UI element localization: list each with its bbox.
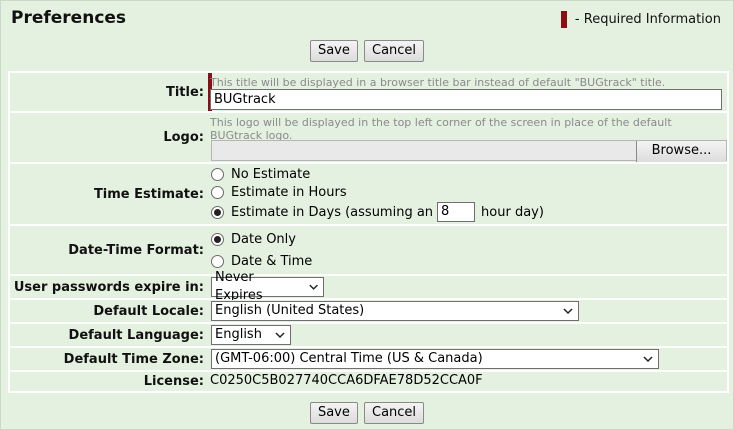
logo-hint: This logo will be displayed in the top l…: [210, 116, 672, 142]
radio-button-icon[interactable]: [211, 168, 224, 181]
radio-label: Estimate in Days (assuming an: [231, 204, 434, 220]
password-expiry-select[interactable]: Never Expires: [211, 270, 324, 303]
title-hint: This title will be displayed in a browse…: [210, 76, 666, 89]
radio-button-icon[interactable]: [211, 186, 224, 199]
radio-date-only[interactable]: Date Only: [211, 232, 296, 247]
select-value: English (United States): [215, 303, 365, 318]
license-value: C0250C5B027740CCA6DFAE78D52CCA0F: [210, 373, 483, 388]
default-locale-value-cell: English (United States): [208, 300, 727, 322]
default-locale-label: Default Locale:: [10, 300, 208, 322]
row-title: Title: This title will be displayed in a…: [8, 73, 729, 111]
hour-day-suffix: hour day): [481, 204, 544, 220]
radio-label: Date & Time: [231, 254, 313, 269]
required-legend: - Required Information: [560, 11, 721, 28]
required-legend-text: - Required Information: [574, 12, 721, 27]
select-value: (GMT-06:00) Central Time (US & Canada): [215, 351, 483, 366]
radio-label: Estimate in Hours: [231, 185, 347, 200]
default-language-label: Default Language:: [10, 324, 208, 346]
chevron-down-icon: [643, 356, 653, 363]
save-button[interactable]: Save: [309, 402, 358, 424]
row-logo: Logo: This logo will be displayed in the…: [8, 113, 729, 162]
chevron-down-icon: [309, 284, 318, 290]
radio-label: No Estimate: [231, 167, 311, 182]
radio-estimate-days[interactable]: Estimate in Days (assuming an 8 hour day…: [211, 202, 544, 222]
hours-per-day-input[interactable]: 8: [437, 202, 476, 222]
select-value: English: [215, 327, 262, 342]
radio-button-selected-icon[interactable]: [211, 205, 224, 219]
cancel-button[interactable]: Cancel: [364, 402, 425, 424]
logo-label: Logo:: [10, 113, 208, 162]
default-time-zone-label: Default Time Zone:: [10, 348, 208, 370]
date-time-format-value-cell: Date Only Date & Time: [208, 226, 727, 274]
radio-estimate-hours[interactable]: Estimate in Hours: [211, 185, 347, 200]
row-password-expiry: User passwords expire in: Never Expires: [8, 270, 729, 303]
time-estimate-value-cell: No Estimate Estimate in Hours Estimate i…: [208, 164, 727, 224]
top-button-bar: Save Cancel: [1, 40, 733, 62]
default-locale-select[interactable]: English (United States): [211, 301, 579, 321]
row-license: License: C0250C5B027740CCA6DFAE78D52CCA0…: [8, 372, 729, 391]
date-time-format-label: Date-Time Format:: [10, 226, 208, 274]
page-title: Preferences: [11, 8, 127, 28]
default-language-value-cell: English: [208, 324, 727, 346]
preferences-panel: Preferences - Required Information Save …: [0, 0, 734, 430]
radio-date-time[interactable]: Date & Time: [211, 254, 312, 269]
row-date-time-format: Date-Time Format: Date Only Date & Time: [8, 226, 729, 274]
title-label: Title:: [10, 73, 208, 111]
radio-button-selected-icon[interactable]: [211, 233, 224, 246]
bottom-button-bar: Save Cancel: [1, 402, 733, 424]
row-default-locale: Default Locale: English (United States): [8, 300, 729, 322]
row-default-time-zone: Default Time Zone: (GMT-06:00) Central T…: [8, 348, 729, 370]
radio-no-estimate[interactable]: No Estimate: [211, 167, 310, 182]
radio-button-icon[interactable]: [211, 255, 224, 268]
header: Preferences - Required Information: [1, 1, 733, 37]
title-value-cell: This title will be displayed in a browse…: [208, 73, 727, 111]
password-expiry-value-cell: Never Expires: [208, 270, 727, 303]
row-default-language: Default Language: English: [8, 324, 729, 346]
logo-file-input[interactable]: Browse...: [211, 140, 727, 162]
password-expiry-label: User passwords expire in:: [10, 276, 208, 298]
save-button[interactable]: Save: [309, 40, 358, 62]
browse-button[interactable]: Browse...: [636, 141, 726, 162]
chevron-down-icon: [563, 308, 573, 315]
license-value-cell: C0250C5B027740CCA6DFAE78D52CCA0F: [208, 372, 727, 391]
cancel-button[interactable]: Cancel: [364, 40, 425, 62]
time-estimate-label: Time Estimate:: [10, 164, 208, 224]
radio-label: Date Only: [231, 232, 296, 247]
license-label: License:: [10, 372, 208, 391]
default-time-zone-value-cell: (GMT-06:00) Central Time (US & Canada): [208, 348, 727, 370]
chevron-down-icon: [275, 332, 285, 339]
default-language-select[interactable]: English: [211, 325, 291, 345]
title-input[interactable]: BUGtrack: [210, 89, 722, 110]
default-time-zone-select[interactable]: (GMT-06:00) Central Time (US & Canada): [211, 349, 659, 369]
logo-value-cell: This logo will be displayed in the top l…: [208, 113, 727, 162]
row-time-estimate: Time Estimate: No Estimate Estimate in H…: [8, 164, 729, 224]
required-marker-icon: [560, 11, 567, 28]
preferences-form: Title: This title will be displayed in a…: [8, 71, 729, 393]
